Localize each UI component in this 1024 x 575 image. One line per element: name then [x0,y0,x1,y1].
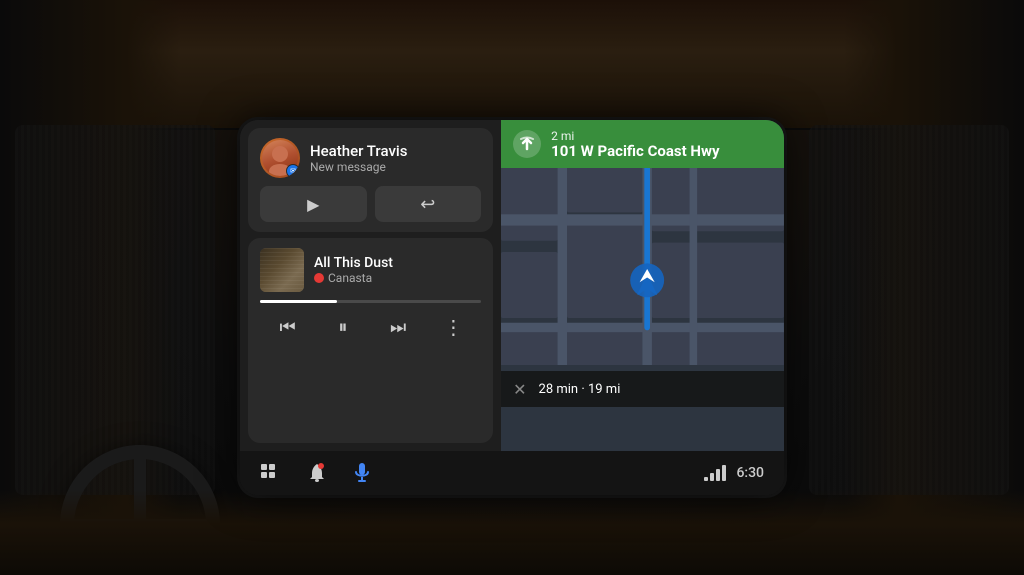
clock-display: 6:30 [736,465,764,481]
eta-bar: ✕ 28 min · 19 mi [501,371,784,407]
apps-grid-icon [260,463,280,483]
avatar: ✉ [260,138,300,178]
track-title: All This Dust [314,255,481,271]
message-header: ✉ Heather Travis New message [260,138,481,178]
bottom-bar-right: 6:30 [704,465,764,481]
speaker-grille-left [15,125,215,495]
music-header: All This Dust Canasta [260,248,481,292]
navigation-banner: 2 mi 101 W Pacific Coast Hwy [501,120,784,168]
play-message-button[interactable]: ▶ [260,186,367,222]
next-icon: ⏭ [390,317,406,338]
aa-main-content: ✉ Heather Travis New message ▶ [240,120,784,451]
close-nav-icon[interactable]: ✕ [513,380,526,399]
turn-arrow-icon [518,135,536,153]
prev-icon: ⏮ [280,317,296,338]
nav-street: 101 W Pacific Coast Hwy [551,143,719,160]
pause-icon: ⏸ [338,317,347,338]
map-panel: 2 mi 101 W Pacific Coast Hwy ✕ 28 min · … [501,120,784,451]
dashboard-bottom [0,490,1024,575]
signal-bar-2 [710,473,714,481]
artist-row: Canasta [314,271,481,285]
music-controls: ⏮ ⏸ ⏭ ⋮ [260,309,481,345]
voice-assistant-button[interactable] [354,462,370,484]
sender-name: Heather Travis [310,142,407,160]
signal-bar-3 [716,469,720,481]
more-icon: ⋮ [443,315,463,339]
signal-bar-1 [704,477,708,481]
signal-bar-4 [722,465,726,481]
bottom-bar-left [260,462,370,484]
message-info: Heather Travis New message [310,142,407,174]
microphone-icon [354,462,370,484]
navigation-text: 2 mi 101 W Pacific Coast Hwy [551,129,719,160]
prev-track-button[interactable]: ⏮ [270,309,306,345]
play-icon: ▶ [307,195,319,214]
reply-message-button[interactable]: ↩ [375,186,482,222]
more-options-button[interactable]: ⋮ [435,309,471,345]
nav-distance: 2 mi [551,129,719,143]
message-badge: ✉ [286,164,300,178]
signal-strength-indicator [704,465,726,481]
bottom-bar: 6:30 [240,451,784,495]
notifications-button[interactable] [308,463,326,483]
album-art-texture [260,248,304,292]
message-actions: ▶ ↩ [260,186,481,222]
artist-name: Canasta [328,271,372,285]
progress-bar[interactable] [260,300,481,303]
message-card: ✉ Heather Travis New message ▶ [248,128,493,232]
speaker-grille-right [809,125,1009,495]
music-source-dot [314,273,324,283]
screen-housing: ✉ Heather Travis New message ▶ [240,120,784,495]
apps-button[interactable] [260,463,280,483]
reply-icon: ↩ [420,194,435,215]
aa-left-panel: ✉ Heather Travis New message ▶ [240,120,501,451]
eta-info: 28 min · 19 mi [539,382,621,397]
music-info: All This Dust Canasta [314,255,481,285]
bell-icon [308,463,326,483]
turn-arrow-container [513,130,541,158]
progress-fill [260,300,337,303]
android-auto-ui: ✉ Heather Travis New message ▶ [240,120,784,495]
music-card: All This Dust Canasta [248,238,493,443]
album-art [260,248,304,292]
next-track-button[interactable]: ⏭ [380,309,416,345]
pause-button[interactable]: ⏸ [325,309,361,345]
dashboard-background: ✉ Heather Travis New message ▶ [0,0,1024,575]
message-subtitle: New message [310,160,407,174]
